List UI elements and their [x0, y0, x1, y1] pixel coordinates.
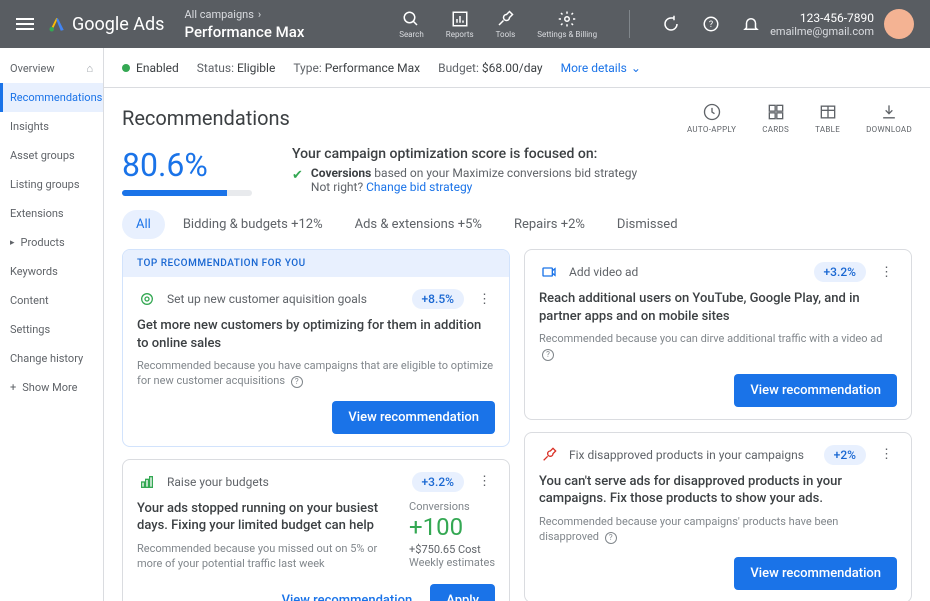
sidebar-item-listing-groups[interactable]: Listing groups [0, 170, 103, 199]
settings-billing-icon[interactable]: Settings & Billing [537, 10, 597, 39]
recommendation-card: TOP RECOMMENDATION FOR YOU Set up new cus… [122, 249, 510, 447]
help-icon[interactable]: ? [702, 15, 720, 33]
status-bar: Enabled Status: Eligible Type: Performan… [104, 48, 930, 88]
tab-bidding-budgets-[interactable]: Bidding & budgets +12% [169, 210, 337, 239]
svg-text:?: ? [709, 20, 713, 30]
recommendation-card: Fix disapproved products in your campaig… [524, 432, 912, 601]
wrench-icon [539, 445, 559, 465]
card-title: Raise your budgets [167, 475, 402, 489]
change-strategy-link[interactable]: Change bid strategy [366, 180, 472, 194]
uplift-pill: +3.2% [412, 472, 464, 492]
sidebar-item-change-history[interactable]: Change history [0, 344, 103, 373]
reports-icon[interactable]: Reports [446, 10, 474, 39]
top-recommendation-label: TOP RECOMMENDATION FOR YOU [123, 250, 509, 277]
breadcrumb[interactable]: All campaigns › Performance Max [184, 8, 304, 41]
status-badge: Enabled [122, 61, 179, 75]
recommendation-card: Add video ad +3.2% ⋮ Reach additional users… [524, 249, 912, 420]
sidebar-item-content[interactable]: Content [0, 286, 103, 315]
info-icon[interactable]: ? [542, 349, 554, 361]
chevron-down-icon: ⌄ [631, 61, 641, 75]
more-icon[interactable]: ⋮ [876, 447, 897, 462]
info-icon[interactable]: ? [291, 376, 303, 388]
sidebar: Overview⌂ Recommendations Insights Asset… [0, 48, 104, 601]
recommendation-card: Raise your budgets +3.2% ⋮ Your ads stopped… [122, 459, 510, 601]
uplift-pill: +3.2% [814, 262, 866, 282]
product-name: Google Ads [72, 14, 164, 35]
score-progress [122, 190, 252, 196]
page-title: Recommendations [122, 106, 290, 130]
notifications-icon[interactable] [742, 15, 760, 33]
card-headline: Your ads stopped running on your busiest… [137, 500, 397, 535]
sidebar-item-extensions[interactable]: Extensions [0, 199, 103, 228]
sidebar-item-products[interactable]: ▸Products [0, 228, 103, 257]
avatar[interactable] [884, 9, 914, 39]
refresh-icon[interactable] [662, 15, 680, 33]
check-icon: ✔ [292, 168, 303, 183]
account-info[interactable]: 123-456-7890 emailme@gmail.com [770, 11, 874, 38]
optimization-score: 80.6% [122, 146, 252, 196]
budget-icon [137, 472, 157, 492]
card-title: Add video ad [569, 265, 804, 279]
card-title: Set up new customer aquisition goals [167, 292, 402, 306]
view-recommendation-link[interactable]: View recommendation [274, 584, 421, 601]
chevron-right-icon: › [258, 8, 261, 21]
search-icon[interactable]: Search [399, 10, 424, 39]
card-reason: Recommended because you missed out on 5%… [137, 541, 397, 572]
sidebar-show-more[interactable]: +Show More [0, 373, 103, 402]
app-header: Google Ads All campaigns › Performance M… [0, 0, 930, 48]
card-primary-button[interactable]: Apply [430, 584, 495, 601]
sidebar-item-recommendations[interactable]: Recommendations [0, 83, 103, 112]
tab-dismissed[interactable]: Dismissed [603, 210, 692, 239]
uplift-pill: +2% [824, 445, 866, 465]
sidebar-item-overview[interactable]: Overview⌂ [0, 54, 103, 83]
uplift-pill: +8.5% [412, 289, 464, 309]
tab-repairs-[interactable]: Repairs +2% [500, 210, 599, 239]
plus-icon: + [10, 381, 16, 394]
sidebar-item-asset-groups[interactable]: Asset groups [0, 141, 103, 170]
download-action[interactable]: DOWNLOAD [866, 102, 912, 134]
info-icon[interactable]: ? [605, 532, 617, 544]
card-reason: Recommended because your campaigns' prod… [539, 514, 897, 545]
sidebar-item-keywords[interactable]: Keywords [0, 257, 103, 286]
card-primary-button[interactable]: View recommendation [332, 401, 495, 434]
logo[interactable]: Google Ads [48, 14, 164, 35]
card-headline: Reach additional users on YouTube, Googl… [539, 290, 897, 325]
tab-all[interactable]: All [122, 210, 165, 239]
more-icon[interactable]: ⋮ [876, 265, 897, 280]
video-icon [539, 262, 559, 282]
menu-icon[interactable] [16, 15, 34, 33]
card-reason: Recommended because you can dirve additi… [539, 331, 897, 362]
focus-heading: Your campaign optimization score is focu… [292, 146, 637, 162]
card-title: Fix disapproved products in your campaig… [569, 448, 814, 462]
card-headline: Get more new customers by optimizing for… [137, 317, 495, 352]
target-icon [137, 289, 157, 309]
card-reason: Recommended because you have campaigns t… [137, 358, 495, 389]
main-content: Enabled Status: Eligible Type: Performan… [104, 48, 930, 601]
card-primary-button[interactable]: View recommendation [734, 557, 897, 590]
sidebar-item-insights[interactable]: Insights [0, 112, 103, 141]
cards-action[interactable]: CARDS [762, 102, 789, 134]
tools-icon[interactable]: Tools [496, 10, 516, 39]
more-icon[interactable]: ⋮ [474, 292, 495, 307]
filter-tabs: AllBidding & budgets +12%Ads & extension… [104, 210, 930, 239]
card-primary-button[interactable]: View recommendation [734, 374, 897, 407]
card-headline: You can't serve ads for disapproved prod… [539, 473, 897, 508]
more-details-link[interactable]: More details ⌄ [561, 61, 641, 75]
more-icon[interactable]: ⋮ [474, 474, 495, 489]
home-icon: ⌂ [86, 62, 93, 75]
auto-apply-action[interactable]: AUTO-APPLY [687, 102, 736, 134]
sidebar-item-settings[interactable]: Settings [0, 315, 103, 344]
tab-ads-extensions-[interactable]: Ads & extensions +5% [341, 210, 496, 239]
caret-right-icon: ▸ [10, 238, 15, 248]
table-action[interactable]: TABLE [815, 102, 840, 134]
